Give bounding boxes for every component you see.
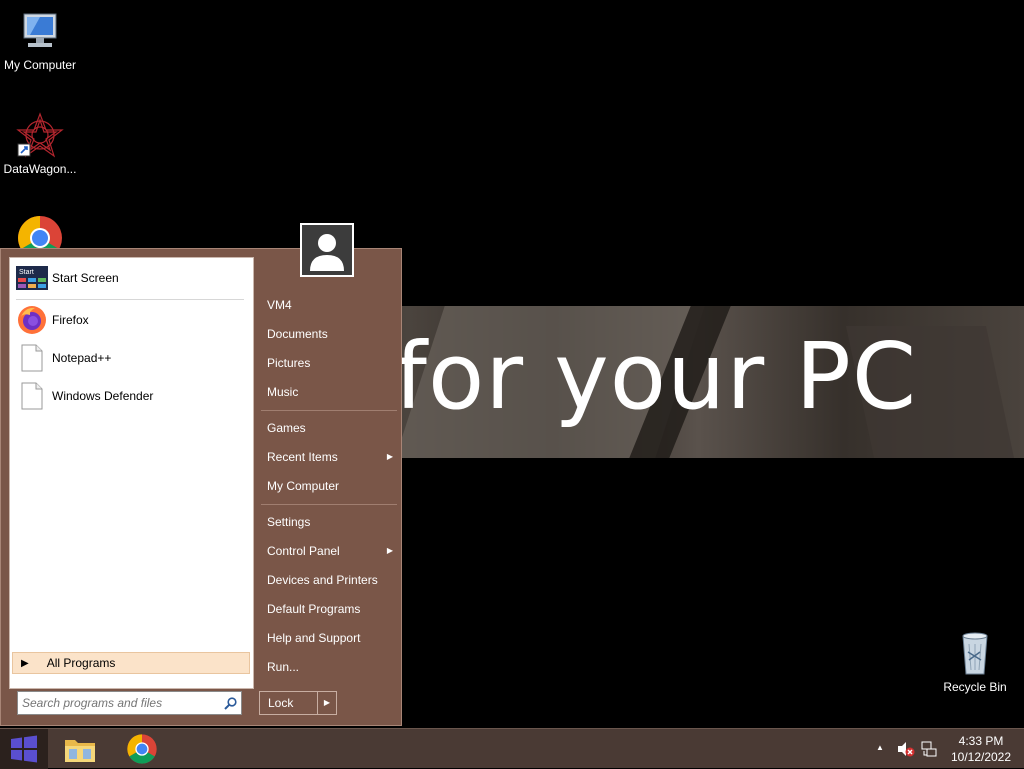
- firefox-icon: [16, 304, 48, 336]
- start-item-documents[interactable]: Documents: [259, 321, 397, 347]
- divider: [261, 410, 397, 411]
- document-icon: [16, 380, 48, 412]
- document-icon: [16, 342, 48, 374]
- submenu-arrow-icon: ▶: [386, 546, 393, 555]
- submenu-arrow-icon: ▶: [386, 452, 393, 461]
- start-item-my-computer[interactable]: My Computer: [259, 473, 397, 499]
- show-hidden-icons-chevron-icon[interactable]: ▲: [876, 743, 884, 752]
- start-menu: Start Start Screen Firefox Notepad++ Win…: [0, 248, 402, 726]
- start-item-vm4[interactable]: VM4: [259, 292, 397, 318]
- start-item-default-programs[interactable]: Default Programs: [259, 596, 397, 622]
- divider: [16, 299, 244, 300]
- windows-logo-icon: [11, 735, 37, 763]
- program-label: Notepad++: [52, 351, 112, 365]
- triangle-right-icon: ▶: [21, 657, 29, 669]
- program-label: Firefox: [52, 313, 89, 327]
- start-item-recent-items[interactable]: Recent Items ▶: [259, 444, 397, 470]
- start-item-control-panel[interactable]: Control Panel ▶: [259, 538, 397, 564]
- lock-button[interactable]: Lock ▶: [259, 691, 337, 715]
- program-firefox[interactable]: Firefox: [16, 304, 246, 336]
- all-programs-button[interactable]: ▶ All Programs: [12, 652, 250, 674]
- search-icon[interactable]: [219, 696, 241, 710]
- folder-icon: [65, 740, 95, 762]
- program-notepad-plus-plus[interactable]: Notepad++: [16, 342, 246, 374]
- computer-icon: [16, 8, 64, 56]
- start-item-run[interactable]: Run...: [259, 654, 397, 680]
- user-avatar[interactable]: [300, 223, 354, 277]
- start-item-pictures[interactable]: Pictures: [259, 350, 397, 376]
- taskbar: ▲ 4:33 PM 10/12/2022: [0, 728, 1024, 769]
- volume-muted-icon[interactable]: [897, 741, 915, 760]
- desktop-icon-label: Recycle Bin: [943, 680, 1007, 694]
- search-box[interactable]: [17, 691, 242, 715]
- programs-pane: Start Start Screen Firefox Notepad++ Win…: [9, 257, 254, 689]
- desktop-icon-my-computer[interactable]: My Computer: [0, 8, 80, 72]
- taskbar-clock[interactable]: 4:33 PM 10/12/2022: [948, 733, 1014, 765]
- lock-options-arrow-icon[interactable]: ▶: [317, 692, 336, 714]
- desktop-icon-recycle-bin[interactable]: Recycle Bin: [935, 630, 1015, 694]
- start-item-help-and-support[interactable]: Help and Support: [259, 625, 397, 651]
- taskbar-file-explorer[interactable]: [58, 731, 102, 767]
- datawagon-icon: [16, 112, 64, 160]
- clock-time: 4:33 PM: [958, 734, 1004, 748]
- user-icon: [310, 234, 344, 271]
- start-item-games[interactable]: Games: [259, 415, 397, 441]
- desktop-icon-datawagon[interactable]: DataWagon...: [0, 112, 80, 176]
- start-item-settings[interactable]: Settings: [259, 509, 397, 535]
- program-label: Start Screen: [52, 271, 119, 285]
- start-item-music[interactable]: Music: [259, 379, 397, 405]
- program-label: Windows Defender: [52, 389, 154, 403]
- divider: [261, 504, 397, 505]
- clock-date: 10/12/2022: [950, 750, 1012, 764]
- program-windows-defender[interactable]: Windows Defender: [16, 380, 246, 412]
- program-start-screen[interactable]: Start Start Screen: [16, 262, 246, 294]
- svg-text:Start: Start: [19, 269, 34, 276]
- start-item-devices-and-printers[interactable]: Devices and Printers: [259, 567, 397, 593]
- desktop-icon-label: My Computer: [3, 58, 77, 72]
- start-button[interactable]: [0, 729, 48, 769]
- all-programs-label: All Programs: [46, 656, 116, 670]
- taskbar-chrome[interactable]: [120, 731, 164, 767]
- lock-label[interactable]: Lock: [260, 692, 317, 714]
- recycle-bin-icon: [951, 630, 999, 678]
- network-icon[interactable]: [921, 741, 937, 760]
- desktop-icon-label: DataWagon...: [3, 162, 77, 176]
- chrome-icon: [127, 734, 157, 764]
- start-screen-icon: Start: [16, 262, 48, 294]
- search-input[interactable]: [18, 693, 219, 713]
